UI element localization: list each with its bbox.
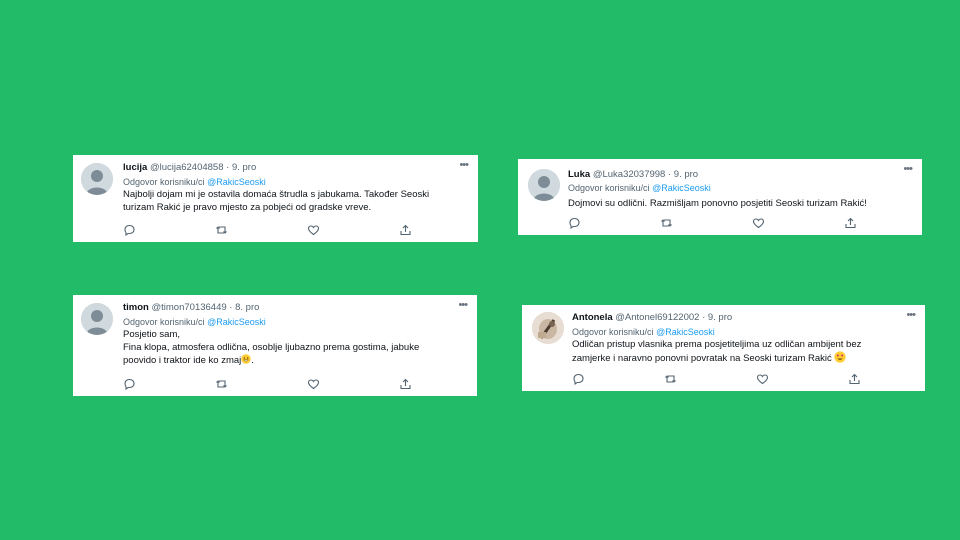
- like-icon[interactable]: [307, 224, 321, 236]
- handle[interactable]: @lucija62404858: [150, 162, 224, 173]
- grinning-face-emoji-icon: [241, 354, 251, 364]
- tweet-actions: [568, 217, 858, 229]
- display-name[interactable]: Antonela: [572, 312, 613, 323]
- tweet-text-line: turizam Rakić je pravo mjesto za pobjeći…: [123, 202, 372, 213]
- tweet-text-line: Dojmovi su odlični. Razmišljam ponovno p…: [568, 198, 867, 209]
- display-name[interactable]: Luka: [568, 169, 590, 180]
- tweet-header: timon @timon70136449 · 8. pro: [123, 302, 259, 314]
- retweet-icon[interactable]: [660, 217, 674, 229]
- like-icon[interactable]: [307, 378, 321, 390]
- more-icon[interactable]: •••: [906, 310, 916, 321]
- tweet-text: Posjetio sam, Fina klopa, atmosfera odli…: [123, 328, 463, 367]
- tweet-text-segment: poovido i traktor ide ko zmaj: [123, 355, 242, 366]
- tweet-text-period: .: [251, 355, 254, 366]
- tweet-actions: [572, 373, 862, 385]
- reply-prefix: Odgovor korisniku/ci: [572, 327, 654, 337]
- reply-icon[interactable]: [572, 373, 586, 385]
- tweet-actions: [123, 378, 413, 390]
- reply-icon[interactable]: [568, 217, 582, 229]
- timestamp[interactable]: · 9. pro: [702, 312, 732, 323]
- tweet-card-antonela[interactable]: ••• Antonela @Antonel69122002 · 9. pro O…: [522, 305, 925, 391]
- handle[interactable]: @Antonel69122002: [615, 312, 699, 323]
- share-icon[interactable]: [844, 217, 858, 229]
- avatar[interactable]: [532, 312, 564, 344]
- mention-link[interactable]: @RakicSeoski: [656, 327, 715, 337]
- like-icon[interactable]: [756, 373, 770, 385]
- tweet-text-line-with-emoji: poovido i traktor ide ko zmaj.: [123, 354, 463, 367]
- tweet-card-luka[interactable]: ••• Luka @Luka32037998 · 9. pro Odgovor …: [518, 159, 922, 235]
- more-icon[interactable]: •••: [458, 300, 468, 311]
- timestamp[interactable]: · 8. pro: [229, 302, 259, 313]
- reply-context: Odgovor korisniku/ci @RakicSeoski: [568, 182, 711, 194]
- reply-context: Odgovor korisniku/ci @RakicSeoski: [123, 176, 266, 188]
- default-avatar-icon: [81, 303, 113, 335]
- retweet-icon[interactable]: [215, 224, 229, 236]
- handle[interactable]: @Luka32037998: [593, 169, 666, 180]
- tweet-text: Dojmovi su odlični. Razmišljam ponovno p…: [568, 197, 908, 210]
- mention-link[interactable]: @RakicSeoski: [207, 177, 266, 187]
- tweet-text-segment: zamjerke i naravno ponovni povratak na S…: [572, 353, 832, 364]
- tweet-card-lucija[interactable]: ••• lucija @lucija62404858 · 9. pro Odgo…: [73, 155, 478, 242]
- tweet-text: Odličan pristup vlasnika prema posjetite…: [572, 338, 911, 365]
- heart-eyes-face-emoji-icon: [834, 351, 847, 363]
- reply-prefix: Odgovor korisniku/ci: [123, 177, 205, 187]
- share-icon[interactable]: [399, 224, 413, 236]
- timestamp[interactable]: · 9. pro: [668, 169, 698, 180]
- reply-context: Odgovor korisniku/ci @RakicSeoski: [123, 316, 266, 328]
- more-icon[interactable]: •••: [903, 164, 913, 175]
- tweet-card-timon[interactable]: ••• timon @timon70136449 · 8. pro Odgovo…: [73, 295, 477, 396]
- tweet-header: lucija @lucija62404858 · 9. pro: [123, 162, 256, 174]
- tweet-text-line: Najbolji dojam mi je ostavila domaća štr…: [123, 189, 430, 200]
- tweet-header: Luka @Luka32037998 · 9. pro: [568, 169, 698, 181]
- avatar[interactable]: [81, 163, 113, 195]
- mention-link[interactable]: @RakicSeoski: [652, 183, 711, 193]
- reply-prefix: Odgovor korisniku/ci: [123, 317, 205, 327]
- retweet-icon[interactable]: [215, 378, 229, 390]
- display-name[interactable]: lucija: [123, 162, 147, 173]
- profile-photo-icon: [532, 312, 564, 344]
- tweet-text: Najbolji dojam mi je ostavila domaća štr…: [123, 188, 464, 214]
- reply-context: Odgovor korisniku/ci @RakicSeoski: [572, 326, 715, 338]
- default-avatar-icon: [81, 163, 113, 195]
- reply-icon[interactable]: [123, 224, 137, 236]
- reply-prefix: Odgovor korisniku/ci: [568, 183, 650, 193]
- share-icon[interactable]: [399, 378, 413, 390]
- retweet-icon[interactable]: [664, 373, 678, 385]
- tweet-text-line: Posjetio sam,: [123, 329, 181, 340]
- tweet-text-line: Fina klopa, atmosfera odlična, osoblje l…: [123, 342, 420, 353]
- default-avatar-icon: [528, 169, 560, 201]
- tweet-text-line-with-emoji: zamjerke i naravno ponovni povratak na S…: [572, 351, 911, 365]
- more-icon[interactable]: •••: [459, 160, 469, 171]
- share-icon[interactable]: [848, 373, 862, 385]
- timestamp[interactable]: · 9. pro: [226, 162, 256, 173]
- tweet-header: Antonela @Antonel69122002 · 9. pro: [572, 312, 732, 324]
- avatar[interactable]: [528, 169, 560, 201]
- tweet-actions: [123, 224, 413, 236]
- avatar[interactable]: [81, 303, 113, 335]
- like-icon[interactable]: [752, 217, 766, 229]
- mention-link[interactable]: @RakicSeoski: [207, 317, 266, 327]
- display-name[interactable]: timon: [123, 302, 149, 313]
- handle[interactable]: @timon70136449: [152, 302, 227, 313]
- reply-icon[interactable]: [123, 378, 137, 390]
- tweet-text-line: Odličan pristup vlasnika prema posjetite…: [572, 339, 862, 350]
